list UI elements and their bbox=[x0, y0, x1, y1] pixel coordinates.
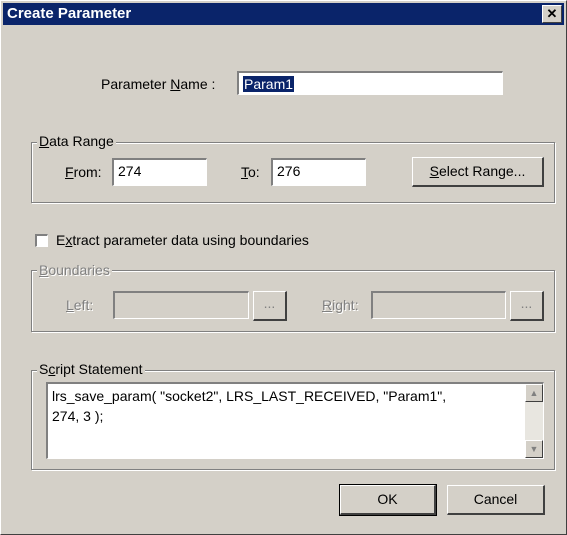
boundaries-accelerator: B bbox=[39, 262, 49, 278]
left-label: Left: bbox=[66, 297, 93, 313]
title-bar[interactable]: Create Parameter ✕ bbox=[3, 3, 564, 25]
from-value: 274 bbox=[118, 163, 142, 179]
left-browse-button[interactable]: ... bbox=[253, 291, 287, 321]
scroll-down-icon[interactable]: ▼ bbox=[525, 440, 543, 458]
script-legend-text: S bbox=[39, 361, 49, 377]
legend-accelerator: D bbox=[39, 133, 50, 149]
data-range-legend: Data Range bbox=[37, 133, 116, 149]
script-scrollbar[interactable]: ▲ ▼ bbox=[525, 384, 543, 458]
extract-checkbox[interactable] bbox=[35, 234, 48, 247]
ok-label: OK bbox=[377, 491, 398, 507]
from-label: From: bbox=[65, 164, 102, 180]
to-value: 276 bbox=[277, 163, 301, 179]
scroll-up-icon[interactable]: ▲ bbox=[525, 384, 543, 402]
boundaries-legend: Boundaries bbox=[37, 262, 112, 278]
cancel-label: Cancel bbox=[473, 491, 518, 507]
from-accelerator: F bbox=[65, 164, 74, 180]
select-text: elect Range... bbox=[438, 163, 526, 179]
to-accelerator: T bbox=[241, 164, 248, 180]
left-accelerator: L bbox=[66, 297, 74, 313]
create-parameter-dialog: Create Parameter ✕ Parameter Name : Para… bbox=[0, 0, 567, 535]
script-line: 274, 3 ); bbox=[52, 408, 104, 424]
close-button[interactable]: ✕ bbox=[542, 5, 562, 23]
close-icon: ✕ bbox=[546, 6, 558, 21]
extract-label[interactable]: Extract parameter data using boundaries bbox=[56, 232, 309, 248]
script-statement-legend: Script Statement bbox=[37, 361, 145, 377]
parameter-name-label: Parameter Name : bbox=[101, 76, 215, 92]
right-accelerator: R bbox=[322, 297, 333, 313]
parameter-name-value: Param1 bbox=[243, 76, 295, 92]
from-text: rom: bbox=[73, 164, 102, 180]
right-text: ight: bbox=[332, 297, 359, 313]
label-text: ame : bbox=[180, 76, 216, 92]
right-label: Right: bbox=[322, 297, 359, 313]
script-legend-text: ript Statement bbox=[55, 361, 143, 377]
cancel-button[interactable]: Cancel bbox=[447, 485, 545, 515]
select-accelerator: S bbox=[429, 163, 439, 179]
script-line: lrs_save_param( "socket2", LRS_LAST_RECE… bbox=[52, 388, 447, 404]
extract-text: E bbox=[56, 232, 66, 248]
extract-text: tract parameter data using boundaries bbox=[72, 232, 309, 248]
ok-button[interactable]: OK bbox=[339, 484, 437, 516]
boundaries-text: oundaries bbox=[48, 262, 110, 278]
left-text: eft: bbox=[73, 297, 94, 313]
browse-label: ... bbox=[263, 295, 276, 311]
parameter-name-input[interactable]: Param1 bbox=[237, 71, 503, 95]
left-boundary-input[interactable] bbox=[113, 291, 249, 319]
right-browse-button[interactable]: ... bbox=[510, 291, 544, 321]
from-input[interactable]: 274 bbox=[112, 158, 207, 186]
to-input[interactable]: 276 bbox=[271, 158, 366, 186]
to-text: o: bbox=[248, 164, 260, 180]
select-range-button[interactable]: Select Range... bbox=[412, 157, 544, 187]
to-label: To: bbox=[241, 164, 260, 180]
script-statement-textarea[interactable]: lrs_save_param( "socket2", LRS_LAST_RECE… bbox=[46, 382, 544, 459]
legend-text: ata Range bbox=[49, 133, 114, 149]
label-text: Parameter bbox=[101, 76, 171, 92]
browse-label: ... bbox=[520, 295, 533, 311]
dialog-title: Create Parameter bbox=[7, 5, 132, 22]
label-accelerator: N bbox=[170, 76, 181, 92]
right-boundary-input[interactable] bbox=[371, 291, 506, 319]
